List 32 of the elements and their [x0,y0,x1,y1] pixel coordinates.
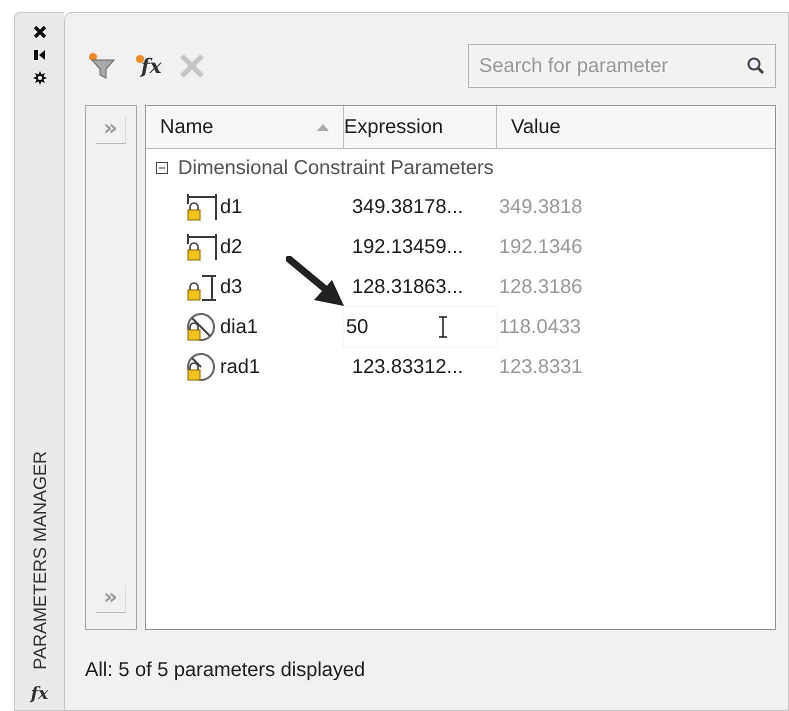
auto-hide-icon[interactable] [34,49,46,61]
expression-cell[interactable]: 128.31863... [344,276,464,298]
column-header[interactable]: Expression [344,106,497,148]
group-label[interactable]: Dimensional Constraint Parameters [178,156,494,180]
status-text: All: 5 of 5 parameters displayed [85,658,366,682]
new-parameter-button[interactable]: fx [135,54,162,78]
value-cell-text: 123.8331 [498,356,582,378]
parameter-name[interactable]: d1 [220,196,242,218]
parameter-name[interactable]: rad1 [220,356,260,378]
text-cursor-icon [438,316,448,338]
parameter-name[interactable]: d2 [220,236,242,258]
arrow-icon [286,256,346,308]
gear-icon[interactable] [32,71,46,85]
value-cell-text: 349.3818 [498,196,582,218]
column-header[interactable]: Name [146,106,344,148]
palette-title: PARAMETERS MANAGER [30,451,50,670]
locked-dimension-icon [186,232,220,262]
value-cell-text: 118.0433 [498,316,581,338]
search-field[interactable]: Search for parameter [468,44,776,88]
column-header[interactable]: Value [497,106,775,148]
palette-fx-icon: fx [30,684,48,710]
value-cell-text: 192.1346 [498,236,582,258]
expression-cell[interactable]: 349.38178... [344,196,464,218]
parameter-name[interactable]: d3 [220,276,242,298]
search-icon[interactable] [746,56,766,76]
value-cell-text: 128.3186 [498,276,582,298]
expression-cell[interactable]: 192.13459... [344,236,464,258]
locked-dimension-icon [186,192,220,222]
close-icon[interactable] [32,25,46,39]
collapse-toggle[interactable] [156,162,168,174]
parameter-name[interactable]: dia1 [220,316,258,338]
expression-cell[interactable]: 123.83312... [344,356,464,378]
